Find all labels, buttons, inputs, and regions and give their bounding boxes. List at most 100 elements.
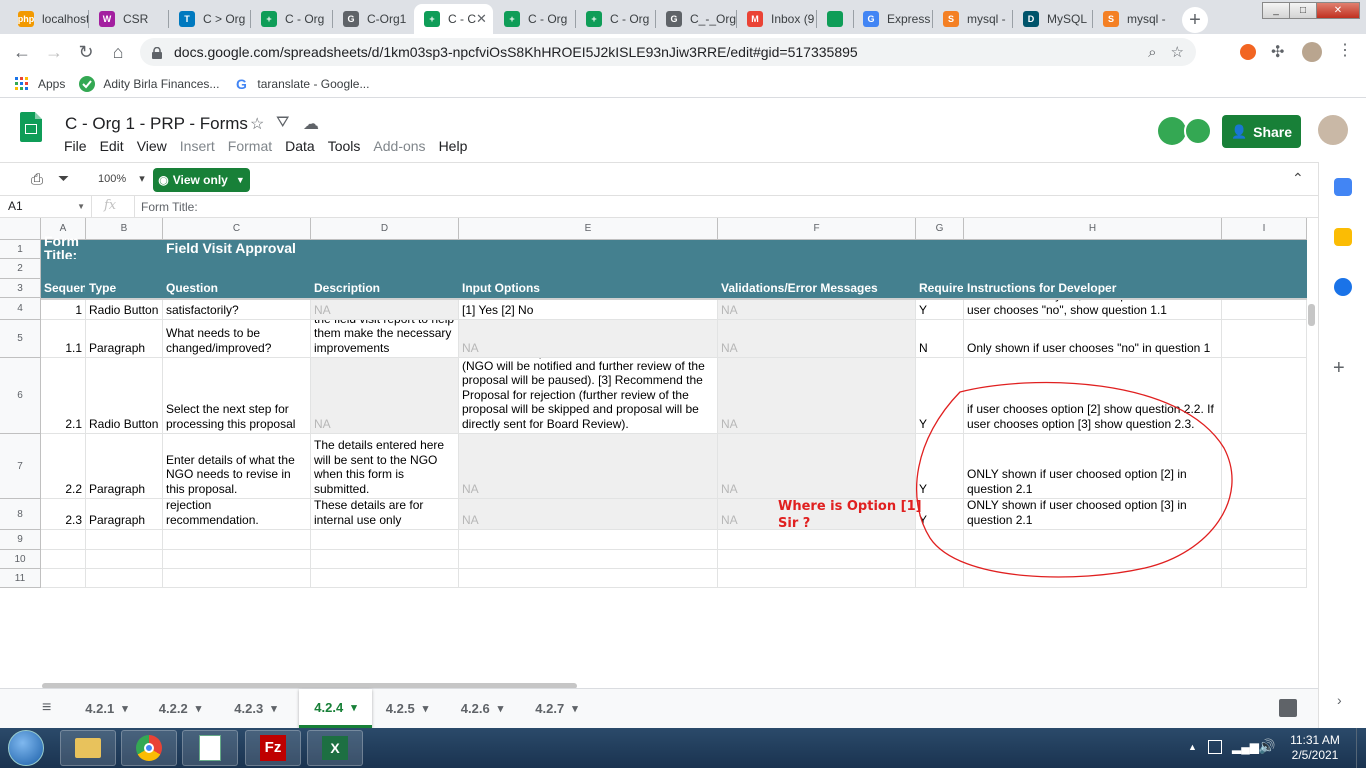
- column-header-g[interactable]: G: [916, 218, 964, 240]
- cell-c10[interactable]: [163, 550, 311, 569]
- kebab-menu-icon[interactable]: ⋮: [1337, 40, 1353, 60]
- cell-a6[interactable]: 2.1: [41, 358, 86, 434]
- menu-data[interactable]: Data: [285, 138, 315, 154]
- collapse-menu-icon[interactable]: ⌃: [1292, 170, 1304, 187]
- close-tab-icon[interactable]: ✕: [476, 11, 487, 27]
- cell-c8[interactable]: Enter reasons for this rejection recomme…: [163, 499, 311, 530]
- puzzle-icon[interactable]: ✣: [1271, 42, 1284, 62]
- bookmark-translate[interactable]: G taranslate - Google...: [233, 76, 370, 92]
- cell-c9[interactable]: [163, 530, 311, 550]
- cell-f10[interactable]: [718, 550, 916, 569]
- row-header[interactable]: 10: [0, 550, 41, 569]
- browser-tab[interactable]: M Inbox (9: [737, 4, 816, 34]
- add-on-plus-icon[interactable]: +: [1333, 357, 1345, 380]
- column-header-h[interactable]: H: [964, 218, 1222, 240]
- row-header[interactable]: 5: [0, 320, 41, 358]
- cell-d10[interactable]: [311, 550, 459, 569]
- view-only-button[interactable]: ◉ View only ▼: [153, 168, 250, 192]
- row-header[interactable]: 4: [0, 298, 41, 320]
- reload-icon[interactable]: ↻: [74, 40, 98, 64]
- column-header-d[interactable]: D: [311, 218, 459, 240]
- cell-b8[interactable]: Paragraph: [86, 499, 163, 530]
- clock[interactable]: 11:31 AM 2/5/2021: [1282, 733, 1348, 763]
- cell-g3[interactable]: Required: [916, 279, 964, 298]
- cell-d9[interactable]: [311, 530, 459, 550]
- sheet-tab-4-2-2[interactable]: 4.2.2 ▾: [149, 689, 211, 728]
- filezilla-icon[interactable]: Fz: [245, 730, 301, 766]
- name-box[interactable]: A1 ▼: [0, 196, 92, 217]
- browser-tab[interactable]: php localhost: [8, 4, 88, 34]
- cell-h3[interactable]: Instructions for Developer: [964, 279, 1222, 298]
- excel-icon[interactable]: X: [307, 730, 363, 766]
- formula-input[interactable]: Form Title:: [141, 200, 198, 214]
- extension-icon[interactable]: [1240, 44, 1256, 60]
- address-bar[interactable]: docs.google.com/spreadsheets/d/1km03sp3-…: [140, 38, 1196, 66]
- home-icon[interactable]: ⌂: [106, 40, 130, 64]
- sheet-tab-4-2-6[interactable]: 4.2.6 ▾: [450, 689, 514, 728]
- all-sheets-icon[interactable]: ≡: [42, 699, 51, 717]
- cell-e7[interactable]: NA: [459, 434, 718, 499]
- vertical-scrollbar[interactable]: [1308, 304, 1315, 326]
- show-desktop-button[interactable]: [1356, 728, 1366, 768]
- profile-avatar[interactable]: [1302, 42, 1322, 62]
- menu-tools[interactable]: Tools: [328, 138, 361, 154]
- column-header-i[interactable]: I: [1222, 218, 1307, 240]
- chevron-down-icon[interactable]: ▾: [572, 702, 578, 715]
- browser-tab[interactable]: T C > Org: [169, 4, 250, 34]
- cell-e5[interactable]: NA: [459, 320, 718, 358]
- sheet-tab-4-2-5[interactable]: 4.2.5 ▾: [375, 689, 439, 728]
- cell-e10[interactable]: [459, 550, 718, 569]
- column-header-c[interactable]: C: [163, 218, 311, 240]
- cell-i1[interactable]: [1222, 240, 1307, 259]
- cell-a7[interactable]: 2.2: [41, 434, 86, 499]
- cell-g1[interactable]: [916, 240, 964, 259]
- sheet-tab-4-2-7[interactable]: 4.2.7 ▾: [525, 689, 588, 728]
- cell-f6[interactable]: NA: [718, 358, 916, 434]
- row-header[interactable]: 9: [0, 530, 41, 550]
- cell-a3[interactable]: Sequence: [41, 279, 86, 298]
- bookmark-apps[interactable]: Apps: [14, 76, 65, 92]
- bookmark-star-icon[interactable]: ☆: [1171, 43, 1184, 61]
- cell-c11[interactable]: [163, 569, 311, 588]
- menu-file[interactable]: File: [64, 138, 87, 154]
- cell-c6[interactable]: Select the next step for processing this…: [163, 358, 311, 434]
- chevron-down-icon[interactable]: ▾: [498, 702, 504, 715]
- move-to-drive-icon[interactable]: ⛛: [276, 114, 289, 132]
- cell-f3[interactable]: Validations/Error Messages: [718, 279, 916, 298]
- back-icon[interactable]: ←: [10, 40, 34, 64]
- cell-a9[interactable]: [41, 530, 86, 550]
- cell-b1[interactable]: [86, 240, 163, 259]
- star-icon[interactable]: ☆: [250, 114, 264, 134]
- menu-format[interactable]: Format: [228, 138, 272, 154]
- forward-icon[interactable]: →: [42, 40, 66, 64]
- cell-b5[interactable]: Paragraph: [86, 320, 163, 358]
- cell-a2[interactable]: [41, 259, 86, 279]
- cell-f11[interactable]: [718, 569, 916, 588]
- row-header[interactable]: 8: [0, 499, 41, 530]
- browser-tab[interactable]: G Express: [853, 4, 932, 34]
- network-icon[interactable]: ▂▄▆: [1232, 740, 1259, 754]
- browser-tab[interactable]: Smysql -: [1093, 4, 1173, 34]
- sheet-tab-4-2-4[interactable]: 4.2.4 ▾: [299, 689, 372, 728]
- browser-tab[interactable]: + C - Org: [494, 4, 575, 34]
- cell-d1[interactable]: [311, 240, 459, 259]
- cell-h5[interactable]: Only shown if user chooses "no" in quest…: [964, 320, 1222, 358]
- cell-d6[interactable]: NA: [311, 358, 459, 434]
- notepad-icon[interactable]: [182, 730, 238, 766]
- cell-h2[interactable]: [964, 259, 1222, 279]
- cell-c4[interactable]: Was the Field Visit done satisfactorily?: [163, 298, 311, 320]
- frozen-row-divider[interactable]: [41, 298, 1307, 300]
- start-button[interactable]: [8, 730, 44, 766]
- chevron-down-icon[interactable]: ▾: [271, 702, 277, 715]
- share-button[interactable]: 👤 Share: [1222, 115, 1301, 148]
- browser-tab[interactable]: G C_-_Org: [656, 4, 736, 34]
- cell-e2[interactable]: [459, 259, 718, 279]
- row-header[interactable]: 1: [0, 240, 41, 259]
- sheet-tab-4-2-3[interactable]: 4.2.3 ▾: [224, 689, 287, 728]
- maximize-button[interactable]: □: [1289, 2, 1317, 19]
- explorer-icon[interactable]: [60, 730, 116, 766]
- bookmark-aditya[interactable]: Adity Birla Finances...: [79, 75, 219, 92]
- cell-g4[interactable]: Y: [916, 298, 964, 320]
- cell-b9[interactable]: [86, 530, 163, 550]
- row-header[interactable]: 3: [0, 279, 41, 298]
